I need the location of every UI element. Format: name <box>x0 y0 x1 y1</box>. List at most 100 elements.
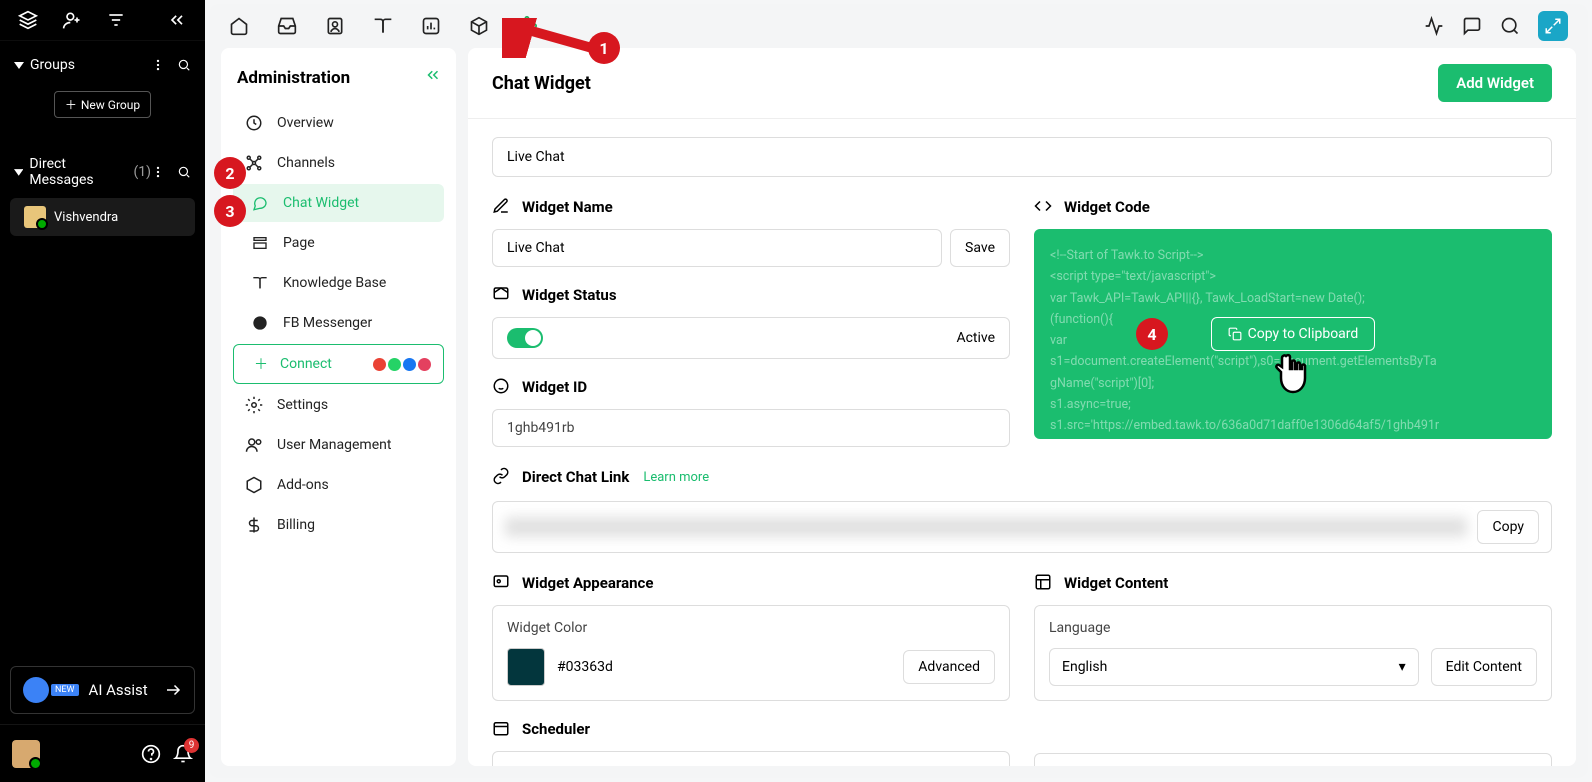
collapse-rail-icon[interactable] <box>167 10 187 30</box>
scheduler-icon <box>492 719 512 739</box>
left-rail: Groups ＋ New Group Direct Messages (1) <box>0 0 205 782</box>
main: Administration Overview Channels Chat Wi… <box>209 4 1588 778</box>
nav-page[interactable]: Page <box>233 224 444 262</box>
inbox-icon[interactable] <box>277 16 297 36</box>
nav-addons[interactable]: Add-ons <box>233 466 444 504</box>
notifications-button[interactable]: 9 <box>173 744 193 764</box>
status-icon <box>492 285 512 305</box>
copy-icon <box>1228 327 1242 341</box>
reports-icon[interactable] <box>421 16 441 36</box>
widget-name-input[interactable] <box>492 229 942 267</box>
search-top-icon[interactable] <box>1500 16 1520 36</box>
dm-user-label: Vishvendra <box>54 210 118 225</box>
help-icon[interactable] <box>141 744 161 764</box>
edit-icon <box>492 197 512 217</box>
bot-icon <box>23 677 49 703</box>
groups-more-icon[interactable] <box>151 58 165 72</box>
schedule-box: Schedule <box>1034 753 1552 766</box>
status-label: Active <box>956 330 995 346</box>
nav-chat-widget[interactable]: Chat Widget <box>233 184 444 222</box>
contacts-icon[interactable] <box>325 16 345 36</box>
code-icon <box>1034 197 1054 217</box>
appearance-icon <box>492 573 512 593</box>
dm-heading[interactable]: Direct Messages (1) <box>0 150 205 194</box>
save-button[interactable]: Save <box>950 229 1010 267</box>
panel: Chat Widget Add Widget Widget Name Save … <box>468 48 1576 766</box>
nav-user-mgmt[interactable]: User Management <box>233 426 444 464</box>
timezone-box: Timezone <box>492 751 1010 766</box>
color-hex: #03363d <box>557 659 891 675</box>
learn-more-link[interactable]: Learn more <box>643 470 709 485</box>
link-icon <box>492 467 512 487</box>
activity-icon[interactable] <box>1424 16 1444 36</box>
rail-top <box>0 0 205 41</box>
marker-1: 1 <box>588 32 620 64</box>
nav-fb[interactable]: FB Messenger <box>233 304 444 342</box>
home-icon[interactable] <box>229 16 249 36</box>
content-icon <box>1034 573 1054 593</box>
copy-clipboard-button[interactable]: Copy to Clipboard <box>1211 317 1376 351</box>
chat-link-box: Copy <box>492 501 1552 553</box>
person-add-icon[interactable] <box>62 10 82 30</box>
chevron-down-icon: ▾ <box>1399 659 1406 675</box>
billing-icon <box>245 516 263 534</box>
nav-overview[interactable]: Overview <box>233 104 444 142</box>
dm-item[interactable]: Vishvendra <box>10 198 195 236</box>
edit-content-button[interactable]: Edit Content <box>1431 648 1537 686</box>
overview-icon <box>245 114 263 132</box>
social-icons <box>373 358 431 371</box>
book-icon[interactable] <box>373 16 393 36</box>
layers-icon[interactable] <box>18 10 38 30</box>
add-widget-button[interactable]: Add Widget <box>1438 64 1552 102</box>
chat-link-value <box>505 517 1467 537</box>
color-label: Widget Color <box>507 620 995 636</box>
copy-link-button[interactable]: Copy <box>1477 510 1539 544</box>
users-icon <box>245 436 263 454</box>
language-select[interactable]: English▾ <box>1049 648 1419 686</box>
chat-icon[interactable] <box>1462 16 1482 36</box>
dm-search-icon[interactable] <box>177 165 191 179</box>
cursor-hand-icon <box>1270 350 1320 402</box>
topbar <box>209 4 1588 48</box>
current-user-avatar[interactable] <box>12 740 40 768</box>
id-icon <box>492 377 512 397</box>
lang-label: Language <box>1049 620 1537 636</box>
fb-icon <box>251 314 269 332</box>
arrow-right-icon <box>164 681 182 699</box>
nav-channels[interactable]: Channels <box>233 144 444 182</box>
widget-code-box: <!--Start of Tawk.to Script--> <script t… <box>1034 229 1552 439</box>
rail-footer: 9 <box>0 724 205 782</box>
groups-heading[interactable]: Groups <box>0 51 205 79</box>
nav-settings[interactable]: Settings <box>233 386 444 424</box>
addons-icon <box>245 476 263 494</box>
page-icon <box>251 234 269 252</box>
marker-4: 4 <box>1136 318 1168 350</box>
nav-kb[interactable]: Knowledge Base <box>233 264 444 302</box>
new-group-button[interactable]: ＋ New Group <box>54 91 151 118</box>
ai-assist-button[interactable]: NEW AI Assist <box>10 666 195 714</box>
kb-icon <box>251 274 269 292</box>
channels-icon <box>245 154 263 172</box>
marker-2: 2 <box>214 157 246 189</box>
nav-connect[interactable]: ＋Connect <box>233 344 444 384</box>
color-swatch[interactable] <box>507 648 545 686</box>
admin-title: Administration <box>237 68 440 88</box>
profile-button[interactable] <box>1538 11 1568 41</box>
addons-top-icon[interactable] <box>469 16 489 36</box>
advanced-button[interactable]: Advanced <box>903 650 995 684</box>
chat-widget-icon <box>251 194 269 212</box>
plus-icon: ＋ <box>252 355 270 373</box>
page-title: Chat Widget <box>492 73 591 94</box>
nav-billing[interactable]: Billing <box>233 506 444 544</box>
settings-icon <box>245 396 263 414</box>
admin-nav: Administration Overview Channels Chat Wi… <box>221 48 456 766</box>
widget-id-field: 1ghb491rb <box>492 409 1010 447</box>
dm-more-icon[interactable] <box>151 165 165 179</box>
status-toggle[interactable] <box>507 328 543 348</box>
collapse-admin-icon[interactable] <box>424 66 442 84</box>
avatar <box>24 206 46 228</box>
annotation-arrow <box>502 18 602 58</box>
groups-search-icon[interactable] <box>177 58 191 72</box>
widget-select-input[interactable] <box>492 137 1552 177</box>
filter-icon[interactable] <box>106 10 126 30</box>
